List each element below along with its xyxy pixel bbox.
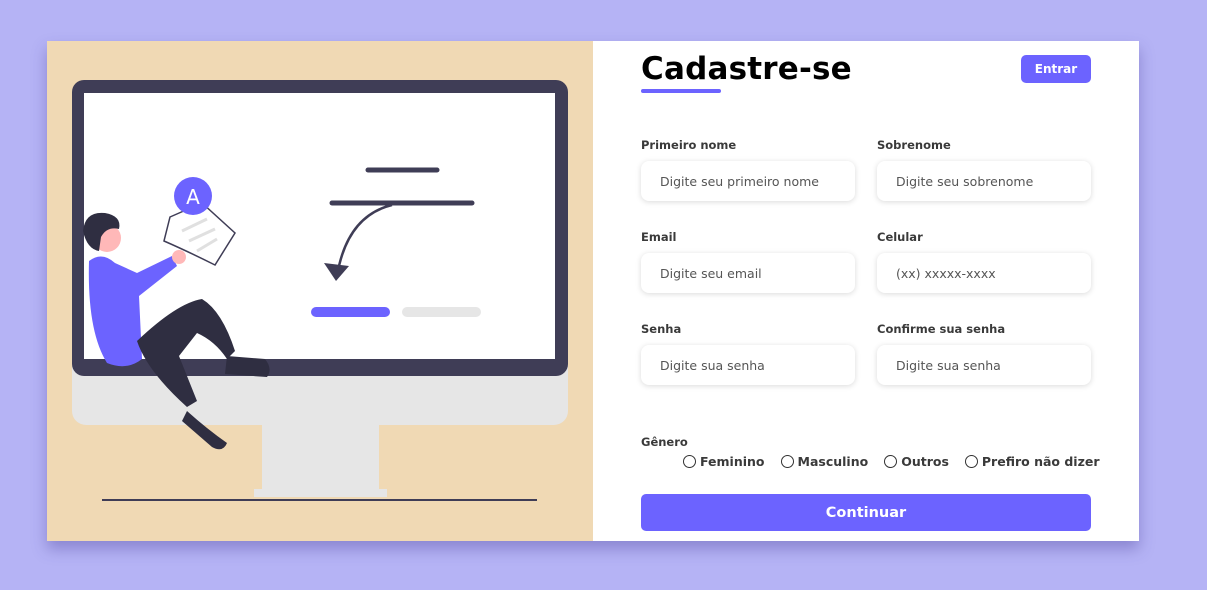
last-name-label: Sobrenome <box>877 138 951 152</box>
radio-label: Outros <box>901 454 949 469</box>
screen-progress-track <box>402 307 481 317</box>
badge-letter: A <box>186 185 200 209</box>
email-field: Email <box>641 230 855 293</box>
illustration-panel: A <box>47 41 593 541</box>
confirm-password-label: Confirme sua senha <box>877 322 1006 336</box>
screen-progress-bar <box>311 307 390 317</box>
gender-option-feminino[interactable]: Feminino <box>683 454 765 469</box>
email-label: Email <box>641 230 677 244</box>
person-hand <box>172 250 186 264</box>
monitor-screen <box>84 93 555 359</box>
email-input[interactable] <box>641 253 855 293</box>
password-field: Senha <box>641 322 855 385</box>
first-name-label: Primeiro nome <box>641 138 737 152</box>
password-label: Senha <box>641 322 682 336</box>
password-input[interactable] <box>641 345 855 385</box>
radio-label: Prefiro não dizer <box>981 454 1100 469</box>
monitor-base <box>254 489 387 497</box>
last-name-field: Sobrenome <box>877 138 1091 201</box>
confirm-password-field: Confirme sua senha <box>877 322 1091 385</box>
last-name-input[interactable] <box>877 161 1091 201</box>
phone-label: Celular <box>877 230 923 244</box>
gender-option-prefiro-nao-dizer[interactable]: Prefiro não dizer <box>964 454 1100 469</box>
confirm-password-input[interactable] <box>877 345 1091 385</box>
continue-button[interactable]: Continuar <box>641 494 1091 531</box>
monitor-stand <box>262 425 379 493</box>
login-button[interactable]: Entrar <box>1021 55 1091 83</box>
person-shoe <box>225 356 270 377</box>
first-name-field: Primeiro nome <box>641 138 855 201</box>
radio-label: Feminino <box>700 454 765 469</box>
page-title: Cadastre-se <box>641 51 852 87</box>
first-name-input[interactable] <box>641 161 855 201</box>
gender-radio-group: Feminino Masculino Outros Prefiro não di… <box>683 454 1116 469</box>
signup-card: A Cadastre-se Entrar Primeiro nome Sobre… <box>47 41 1139 541</box>
gender-option-outros[interactable]: Outros <box>884 454 949 469</box>
radio-button[interactable] <box>780 455 794 468</box>
radio-button[interactable] <box>964 455 978 468</box>
radio-label: Masculino <box>797 454 869 469</box>
signup-illustration: A <box>72 80 568 501</box>
title-underline <box>641 89 721 93</box>
gender-label: Gênero <box>641 435 688 449</box>
radio-button[interactable] <box>683 455 696 468</box>
radio-button[interactable] <box>884 455 898 468</box>
phone-field: Celular <box>877 230 1091 293</box>
signup-form-panel: Cadastre-se Entrar Primeiro nome Sobreno… <box>593 41 1139 541</box>
phone-input[interactable] <box>877 253 1091 293</box>
gender-option-masculino[interactable]: Masculino <box>780 454 869 469</box>
